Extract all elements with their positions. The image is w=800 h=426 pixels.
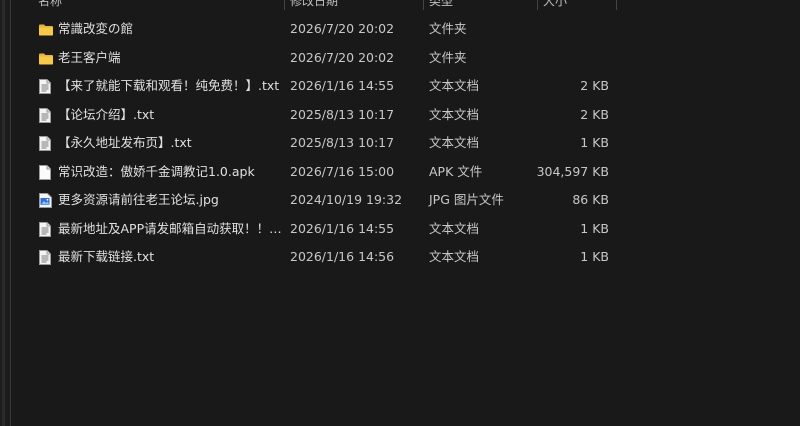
column-header-size[interactable]: 大小 [543,0,567,10]
column-divider[interactable] [284,0,285,10]
file-type: 文本文档 [429,78,480,93]
file-type: 文本文档 [429,135,480,150]
column-header-bar: 名称 修改日期 类型 大小 [10,0,800,10]
file-size: 1 KB [580,135,609,150]
file-row[interactable]: 老王客户端 2026/7/20 20:02 文件夹 [10,44,800,73]
file-modified-date: 2026/1/16 14:55 [290,220,395,236]
file-modified-date: 2026/1/16 14:56 [290,249,395,264]
file-modified-date: 2026/7/16 15:00 [290,163,395,179]
file-size: 2 KB [580,106,609,122]
file-type: APK 文件 [429,163,483,179]
file-row[interactable]: 【论坛介绍】.txt 2025/8/13 10:17 文本文档 2 KB [10,101,800,130]
text-file-icon [39,250,53,265]
file-size: 1 KB [580,220,609,236]
file-modified-date: 2024/10/19 19:32 [290,192,403,207]
file-size: 2 KB [580,78,609,93]
file-type: 文本文档 [429,220,480,236]
column-divider[interactable] [423,0,424,10]
text-file-icon [39,136,53,151]
column-header-date[interactable]: 修改日期 [290,0,338,10]
file-name: 最新下载链接.txt [58,249,155,264]
file-row[interactable]: 常識改変の館 2026/7/20 20:02 文件夹 [10,15,800,44]
image-file-icon [39,193,53,208]
file-name: 更多资源请前往老王论坛.jpg [58,192,219,207]
file-row[interactable]: 更多资源请前往老王论坛.jpg 2024/10/19 19:32 JPG 图片文件 8… [10,186,800,215]
file-name: 常識改変の館 [58,21,134,36]
text-file-icon [39,79,53,94]
file-size [490,44,609,73]
file-explorer-window: 名称 修改日期 类型 大小 常識改変の館 2026/7/20 20:02 文件夹 老王… [0,0,800,426]
column-header-type[interactable]: 类型 [429,0,453,10]
file-type: 文件夹 [429,21,467,36]
file-modified-date: 2026/7/20 20:02 [290,21,395,36]
file-modified-date: 2025/8/13 10:17 [290,106,395,122]
text-file-icon [39,221,53,237]
folder-icon [39,53,53,68]
file-size: 1 KB [580,249,609,264]
file-size: 86 KB [572,192,609,207]
file-type: 文本文档 [429,249,480,264]
folder-icon [39,24,53,39]
file-row[interactable]: 【永久地址发布页】.txt 2025/8/13 10:17 文本文档 1 KB [10,129,800,158]
file-name: 最新地址及APP请发邮箱自动获取！！！... [58,220,284,236]
file-name: 老王客户端 [58,49,121,65]
column-divider[interactable] [537,0,538,10]
file-row[interactable]: 最新地址及APP请发邮箱自动获取！！！... 2026/1/16 14:55 文本文… [10,215,800,244]
scrollbar[interactable] [2,0,5,426]
column-header-name[interactable]: 名称 [38,0,62,10]
file-name: 【论坛介绍】.txt [58,106,155,122]
file-modified-date: 2025/8/13 10:17 [290,135,395,150]
file-row[interactable]: 常识改造：傲娇千金调教记1.0.apk 2026/7/16 15:00 APK 文件… [10,158,800,187]
file-type: 文本文档 [429,106,480,122]
file-type: 文件夹 [429,49,467,65]
text-file-icon [39,107,53,123]
file-name: 【永久地址发布页】.txt [58,135,192,150]
file-row[interactable]: 最新下载链接.txt 2026/1/16 14:56 文本文档 1 KB [10,243,800,272]
file-list: 常識改変の館 2026/7/20 20:02 文件夹 老王客户端 2026/7/20 2… [10,15,800,272]
file-size [490,15,609,44]
file-modified-date: 2026/1/16 14:55 [290,78,395,93]
file-size: 304,597 KB [536,163,609,179]
file-name: 常识改造：傲娇千金调教记1.0.apk [58,163,255,179]
file-row[interactable]: 【来了就能下载和观看！纯免费！】.txt 2026/1/16 14:55 文本文档 2… [10,72,800,101]
column-divider[interactable] [616,0,617,10]
blank-file-icon [39,164,53,180]
file-name: 【来了就能下载和观看！纯免费！】.txt [58,78,280,93]
file-modified-date: 2026/7/20 20:02 [290,49,395,65]
